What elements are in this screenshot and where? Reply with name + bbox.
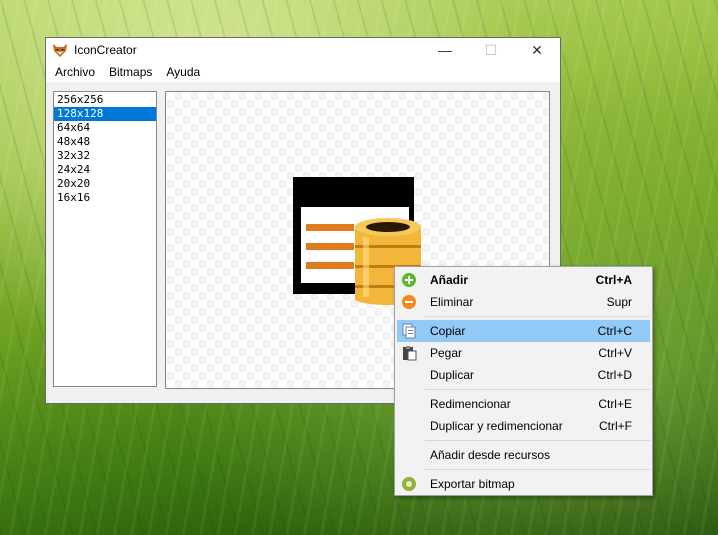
- menu-label: Eliminar: [430, 295, 474, 309]
- menu-shortcut: Ctrl+E: [598, 397, 632, 411]
- menu-separator: [425, 389, 650, 390]
- menu-archivo[interactable]: Archivo: [48, 62, 102, 82]
- context-menu: Añadir Ctrl+A Eliminar Supr Copiar Ctrl+…: [394, 266, 653, 496]
- menu-item-duplicar[interactable]: Duplicar Ctrl+D: [397, 364, 650, 386]
- menu-label: Redimencionar: [430, 397, 511, 411]
- menu-label: Exportar bitmap: [430, 477, 515, 491]
- close-button[interactable]: ✕: [514, 38, 560, 62]
- menu-shortcut: Ctrl+D: [597, 368, 632, 382]
- menu-item-redimencionar[interactable]: Redimencionar Ctrl+E: [397, 393, 650, 415]
- menu-label: Duplicar: [430, 368, 475, 382]
- menu-item-anadir[interactable]: Añadir Ctrl+A: [397, 269, 650, 291]
- title-bar[interactable]: IconCreator — ☐ ✕: [46, 38, 560, 62]
- menu-label: Pegar: [430, 346, 463, 360]
- menu-item-exportar-bitmap[interactable]: Exportar bitmap: [397, 473, 650, 495]
- size-item-256[interactable]: 256x256: [54, 93, 156, 107]
- maximize-button[interactable]: ☐: [468, 38, 514, 62]
- menu-separator: [425, 316, 650, 317]
- menu-item-eliminar[interactable]: Eliminar Supr: [397, 291, 650, 313]
- copy-icon: [401, 323, 417, 339]
- menu-ayuda[interactable]: Ayuda: [159, 62, 207, 82]
- minimize-button[interactable]: —: [422, 38, 468, 62]
- plus-icon: [401, 272, 417, 288]
- size-item-48[interactable]: 48x48: [54, 135, 156, 149]
- menu-bar: Archivo Bitmaps Ayuda: [46, 62, 560, 83]
- size-item-64[interactable]: 64x64: [54, 121, 156, 135]
- menu-label: Duplicar y redimencionar: [430, 419, 563, 433]
- export-icon: [401, 476, 417, 492]
- menu-separator: [425, 469, 650, 470]
- window-title: IconCreator: [74, 43, 137, 57]
- menu-shortcut: Ctrl+V: [598, 346, 632, 360]
- size-item-24[interactable]: 24x24: [54, 163, 156, 177]
- size-item-20[interactable]: 20x20: [54, 177, 156, 191]
- bitmap-size-list[interactable]: 256x256 128x128 64x64 48x48 32x32 24x24 …: [53, 91, 157, 387]
- menu-bitmaps[interactable]: Bitmaps: [102, 62, 159, 82]
- menu-item-pegar[interactable]: Pegar Ctrl+V: [397, 342, 650, 364]
- menu-shortcut: Ctrl+A: [595, 273, 632, 287]
- menu-label: Añadir: [430, 273, 469, 287]
- size-item-16[interactable]: 16x16: [54, 191, 156, 205]
- menu-item-duplicar-redimencionar[interactable]: Duplicar y redimencionar Ctrl+F: [397, 415, 650, 437]
- minus-icon: [401, 294, 417, 310]
- size-item-128-selected[interactable]: 128x128: [54, 107, 156, 121]
- menu-item-copiar[interactable]: Copiar Ctrl+C: [397, 320, 650, 342]
- menu-separator: [425, 440, 650, 441]
- size-item-32[interactable]: 32x32: [54, 149, 156, 163]
- menu-shortcut: Ctrl+C: [597, 324, 632, 338]
- menu-shortcut: Ctrl+F: [599, 419, 632, 433]
- app-fox-icon: [52, 42, 68, 58]
- menu-shortcut: Supr: [606, 295, 632, 309]
- menu-label: Añadir desde recursos: [430, 448, 551, 462]
- menu-label: Copiar: [430, 324, 466, 338]
- paste-icon: [401, 345, 417, 361]
- menu-item-anadir-recursos[interactable]: Añadir desde recursos: [397, 444, 650, 466]
